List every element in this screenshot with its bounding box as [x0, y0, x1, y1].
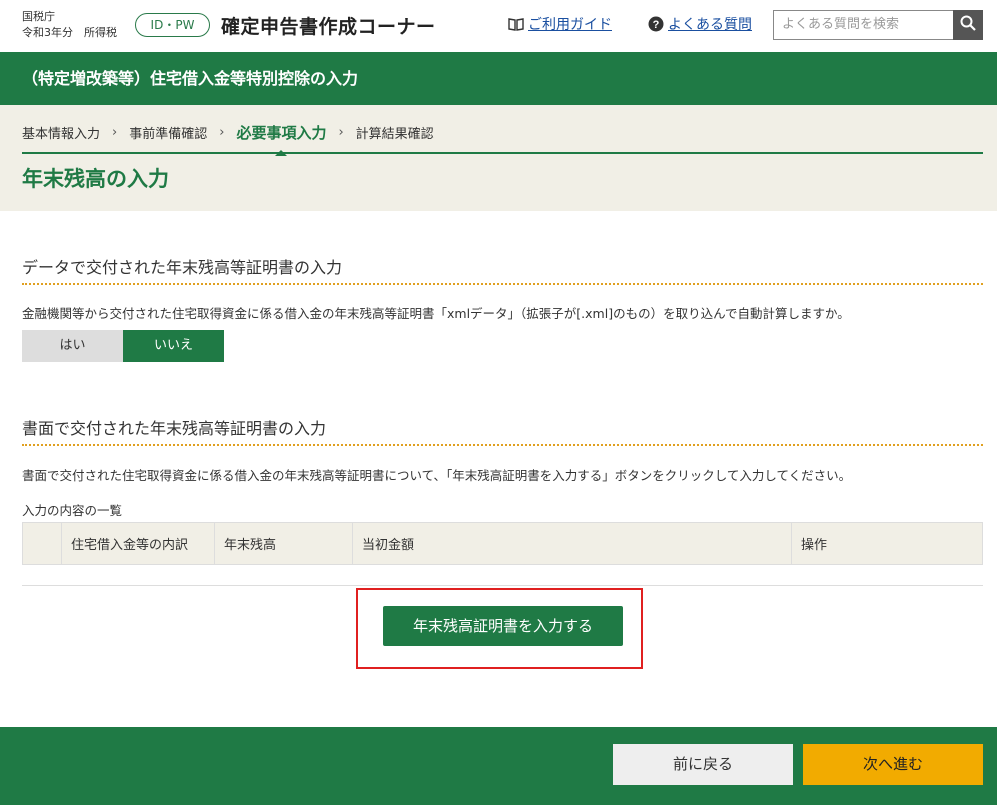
question-icon: ? — [648, 16, 664, 32]
app-title: 確定申告書作成コーナー — [221, 16, 436, 38]
guide-link[interactable]: ご利用ガイド — [508, 14, 612, 34]
faq-link-label: よくある質問 — [668, 17, 752, 33]
book-icon — [508, 16, 524, 32]
search-icon — [960, 15, 976, 35]
data-certificate-heading: データで交付された年末残高等証明書の入力 — [22, 258, 343, 277]
step-result-confirm: 計算結果確認 — [355, 127, 434, 142]
search-button[interactable] — [953, 10, 983, 40]
svg-text:?: ? — [653, 19, 660, 31]
progress-area: 基本情報入力 › 事前準備確認 › 必要事項入力 › 計算結果確認 年末残高の入… — [0, 105, 997, 211]
option-yes-button[interactable]: はい — [22, 330, 123, 362]
entry-list-label: 入力の内容の一覧 — [22, 503, 123, 518]
progress-steps: 基本情報入力 › 事前準備確認 › 必要事項入力 › 計算結果確認 — [22, 122, 434, 156]
input-certificate-button[interactable]: 年末残高証明書を入力する — [383, 606, 623, 646]
guide-link-label: ご利用ガイド — [528, 17, 612, 33]
table-header-row: 住宅借入金等の内訳 年末残高 当初金額 操作 — [22, 522, 983, 565]
column-header-blank — [22, 522, 62, 565]
table-bottom-divider — [22, 585, 983, 586]
section-divider — [22, 283, 983, 285]
agency-block: 国税庁 令和3年分 所得税 — [22, 9, 117, 41]
xml-import-toggle: はい いいえ — [22, 330, 224, 362]
chevron-right-icon: › — [338, 125, 344, 140]
paper-certificate-heading: 書面で交付された年末残高等証明書の入力 — [22, 419, 327, 438]
form-title-band: （特定増改築等）住宅借入金等特別控除の入力 — [0, 52, 997, 105]
option-no-button[interactable]: いいえ — [123, 330, 224, 362]
step-preparation: 事前準備確認 — [129, 127, 208, 142]
step-basic-info: 基本情報入力 — [22, 127, 101, 142]
faq-link[interactable]: ? よくある質問 — [648, 14, 752, 34]
back-button[interactable]: 前に戻る — [613, 744, 793, 785]
section-divider — [22, 444, 983, 446]
next-button[interactable]: 次へ進む — [803, 744, 983, 785]
page-title: 年末残高の入力 — [22, 167, 169, 191]
column-header-breakdown: 住宅借入金等の内訳 — [61, 522, 215, 565]
footer-nav: 前に戻る 次へ進む — [0, 727, 997, 805]
entry-table: 住宅借入金等の内訳 年末残高 当初金額 操作 — [22, 522, 983, 565]
column-header-actions: 操作 — [791, 522, 983, 565]
step-required-input-current: 必要事項入力 — [236, 124, 327, 156]
progress-divider — [22, 152, 983, 154]
chevron-right-icon: › — [219, 125, 225, 140]
faq-search-input[interactable]: よくある質問を検索 — [773, 10, 954, 40]
chevron-right-icon: › — [112, 125, 118, 140]
idpw-badge: ID・PW — [135, 13, 210, 37]
agency-name: 国税庁 — [22, 10, 55, 23]
paper-certificate-description: 書面で交付された住宅取得資金に係る借入金の年末残高等証明書について、「年末残高証… — [22, 468, 852, 483]
top-header: 国税庁 令和3年分 所得税 ID・PW 確定申告書作成コーナー ご利用ガイド ?… — [0, 0, 997, 52]
column-header-initial-amount: 当初金額 — [352, 522, 792, 565]
data-certificate-description: 金融機関等から交付された住宅取得資金に係る借入金の年末残高等証明書「xmlデータ… — [22, 306, 850, 321]
tax-year-label: 令和3年分 所得税 — [22, 26, 117, 39]
column-header-year-end-balance: 年末残高 — [214, 522, 353, 565]
